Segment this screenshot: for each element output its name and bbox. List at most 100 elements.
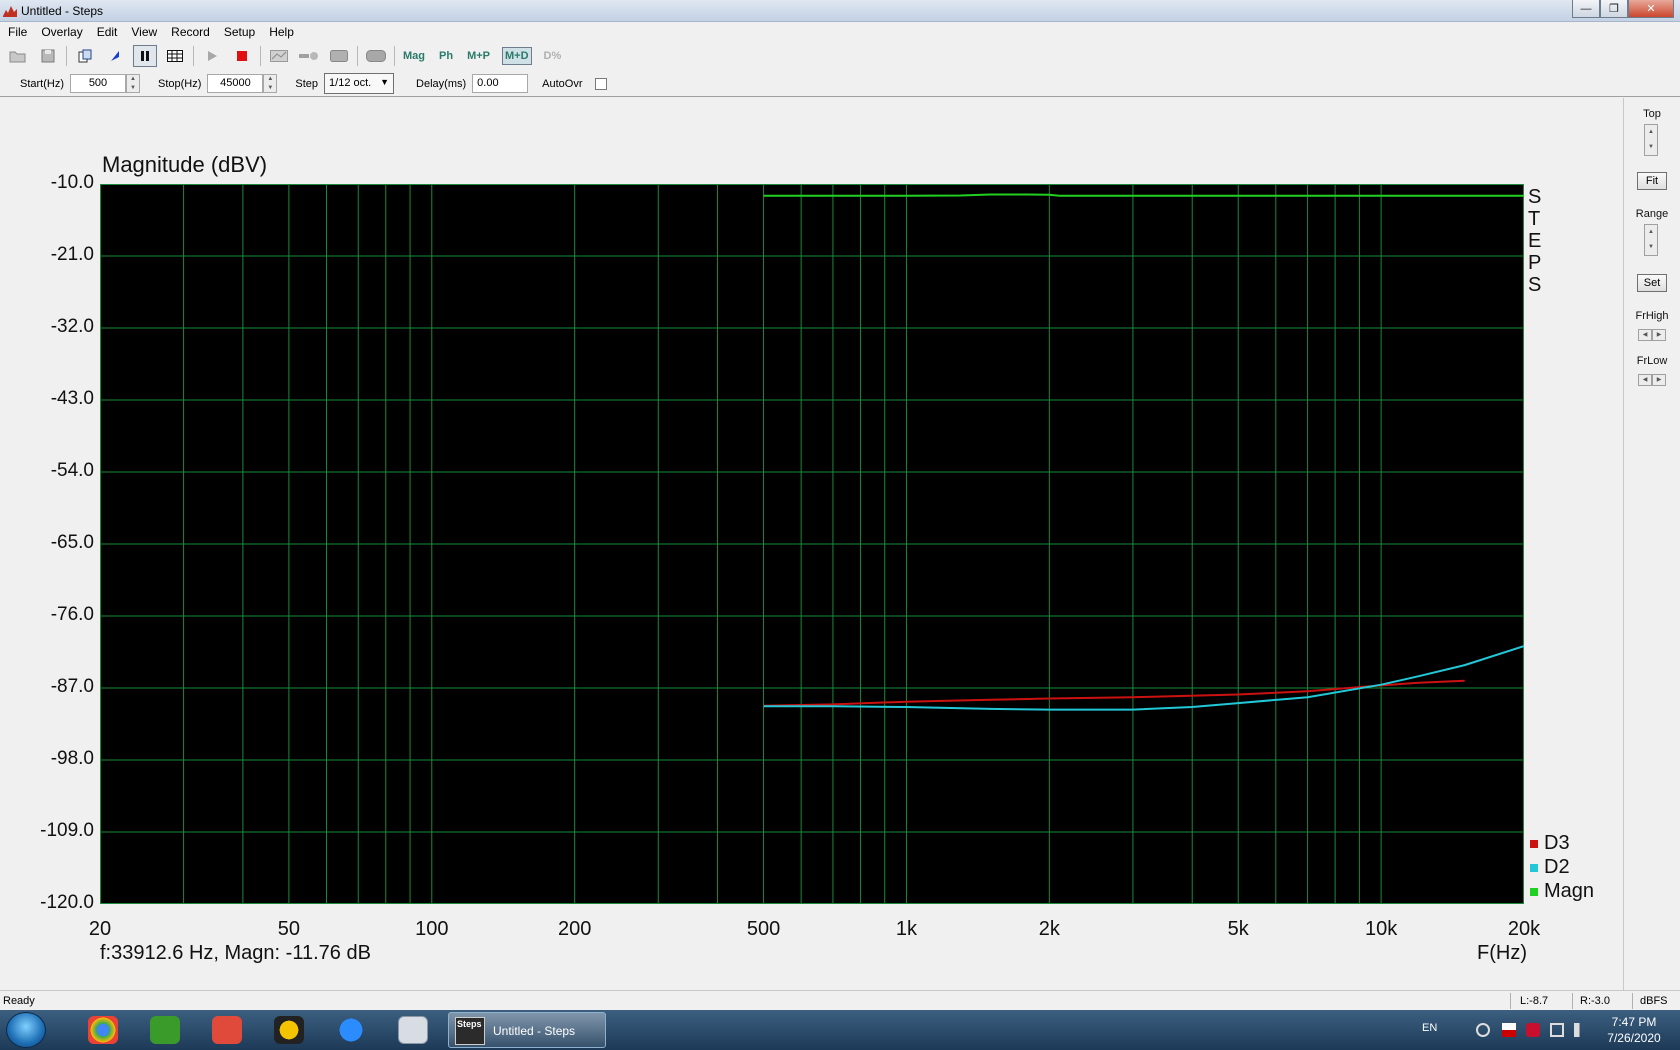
spin-down-icon: ▼ [1648,144,1654,150]
start-hz-spinner[interactable]: ▲ ▼ [126,74,140,93]
top-spinner[interactable]: ▲ ▼ [1644,124,1658,156]
legend-item-d3[interactable]: D3 [1530,832,1570,855]
messenger-icon[interactable] [336,1016,366,1044]
x-tick-label: 5k [1227,918,1249,940]
top-label: Top [1643,108,1661,120]
meter-button[interactable] [364,45,388,67]
phase-view-button[interactable]: Ph [437,48,455,64]
aimp-icon[interactable] [274,1016,304,1044]
y-tick-label: -54.0 [50,460,94,481]
step-value: 1/12 oct. [329,77,372,89]
menu-overlay[interactable]: Overlay [41,25,82,39]
start-button[interactable] [6,1012,46,1048]
y-tick-label: -21.0 [50,244,94,265]
fit-button[interactable]: Fit [1637,172,1667,190]
menu-bar: File Overlay Edit View Record Setup Help [0,22,1680,41]
graph-button[interactable] [267,45,291,67]
y-tick-label: -98.0 [50,748,94,769]
plot-panel: Magnitude (dBV) -10.0 -21.0 -32.0 -43.0 -54.… [0,98,1624,990]
save-disk-icon [41,49,55,63]
menu-help[interactable]: Help [269,25,294,39]
window-title: Untitled - Steps [21,4,104,18]
clock-date: 7/26/2020 [1607,1031,1661,1045]
menu-view[interactable]: View [131,25,157,39]
legend-item-magn[interactable]: Magn [1530,880,1594,903]
start-label: Start(Hz) [20,77,64,90]
volume-icon[interactable] [1574,1023,1588,1037]
legend-label: D3 [1544,832,1570,854]
distortion-percent-button[interactable]: D% [542,48,564,64]
menu-record[interactable]: Record [171,25,210,39]
delay-input[interactable]: 0.00 [472,74,529,93]
side-label-letter: P [1528,252,1542,274]
graph-icon [270,50,288,62]
probe-button[interactable] [297,45,321,67]
spin-up-icon: ▲ [1648,229,1654,235]
menu-setup[interactable]: Setup [224,25,255,39]
table-icon [167,50,183,62]
steps-thumb-label: Steps [457,1019,482,1029]
parameter-bar: Start(Hz) 500 ▲ ▼ Stop(Hz) 45000 ▲ ▼ Step … [0,71,1680,97]
network-icon[interactable] [1550,1023,1564,1037]
range-label: Range [1635,208,1669,220]
spin-up-icon: ▲ [130,76,136,82]
minimize-button[interactable]: — [1572,0,1600,18]
legend-swatch [1530,887,1538,896]
table-button[interactable] [163,45,187,67]
y-tick-label: -10.0 [50,172,94,193]
x-tick-label: 50 [277,918,300,940]
spin-up-icon: ▲ [267,76,274,82]
save-button[interactable] [36,45,60,67]
chrome-icon[interactable] [88,1016,118,1044]
calculator-icon[interactable] [398,1016,428,1044]
clock-time: 7:47 PM [1611,1015,1657,1029]
spin-left-icon: ◀ [1638,374,1652,386]
y-tick-label: -109.0 [40,820,94,841]
x-tick-label: 1k [895,918,917,940]
taskbar-window-label: Untitled - Steps [493,1024,576,1038]
generator-button[interactable] [327,45,351,67]
frlow-spinner[interactable]: ◀ ▶ [1638,374,1666,386]
sync-icon[interactable] [1476,1023,1490,1037]
step-select[interactable]: 1/12 oct. ▼ [324,73,395,94]
magnitude-plot[interactable] [100,184,1524,904]
menu-edit[interactable]: Edit [97,25,118,39]
legend-item-d2[interactable]: D2 [1530,856,1570,879]
stop-hz-input[interactable]: 45000 [207,74,264,93]
restore-button[interactable]: ❐ [1600,0,1628,18]
legend-label: Magn [1544,880,1595,902]
spin-down-icon: ▼ [1648,244,1654,250]
toolbar-separator [260,46,261,66]
record-app-icon[interactable] [212,1016,242,1044]
x-tick-label: 20 [88,918,112,940]
antivirus-icon[interactable] [1526,1023,1540,1037]
set-button[interactable]: Set [1637,274,1667,292]
range-spinner[interactable]: ▲ ▼ [1644,224,1658,256]
mag-phase-view-button[interactable]: M+P [465,48,492,64]
autoovr-checkbox[interactable] [594,77,607,90]
mag-view-button[interactable]: Mag [401,48,427,64]
frhigh-spinner[interactable]: ◀ ▶ [1638,329,1666,341]
play-button[interactable] [200,45,224,67]
mag-distortion-view-button[interactable]: M+D [502,47,532,65]
language-indicator[interactable]: EN [1422,1022,1437,1034]
tray-clock[interactable]: 7:47 PM 7/26/2020 [1594,1014,1674,1046]
copy-button[interactable] [73,45,97,67]
status-ready: Ready [3,995,35,1007]
stop-label: Stop(Hz) [158,77,202,90]
frhigh-label: FrHigh [1635,310,1669,322]
pause-button[interactable] [133,45,157,67]
start-hz-input[interactable]: 500 [70,74,126,93]
menu-file[interactable]: File [8,25,27,39]
stop-hz-spinner[interactable]: ▲ ▼ [263,74,278,93]
cursor-button[interactable] [103,45,127,67]
utorrent-icon[interactable] [150,1016,180,1044]
cursor-readout: f:33912.6 Hz, Magn: -11.76 dB [100,942,371,964]
close-button[interactable]: ✕ [1628,0,1674,18]
stop-button[interactable] [230,45,254,67]
open-button[interactable] [6,45,30,67]
step-label: Step [295,77,319,90]
taskbar-steps-window[interactable]: Steps Untitled - Steps [448,1012,606,1048]
legend-label: D2 [1544,856,1570,878]
flag-icon[interactable] [1502,1023,1516,1037]
